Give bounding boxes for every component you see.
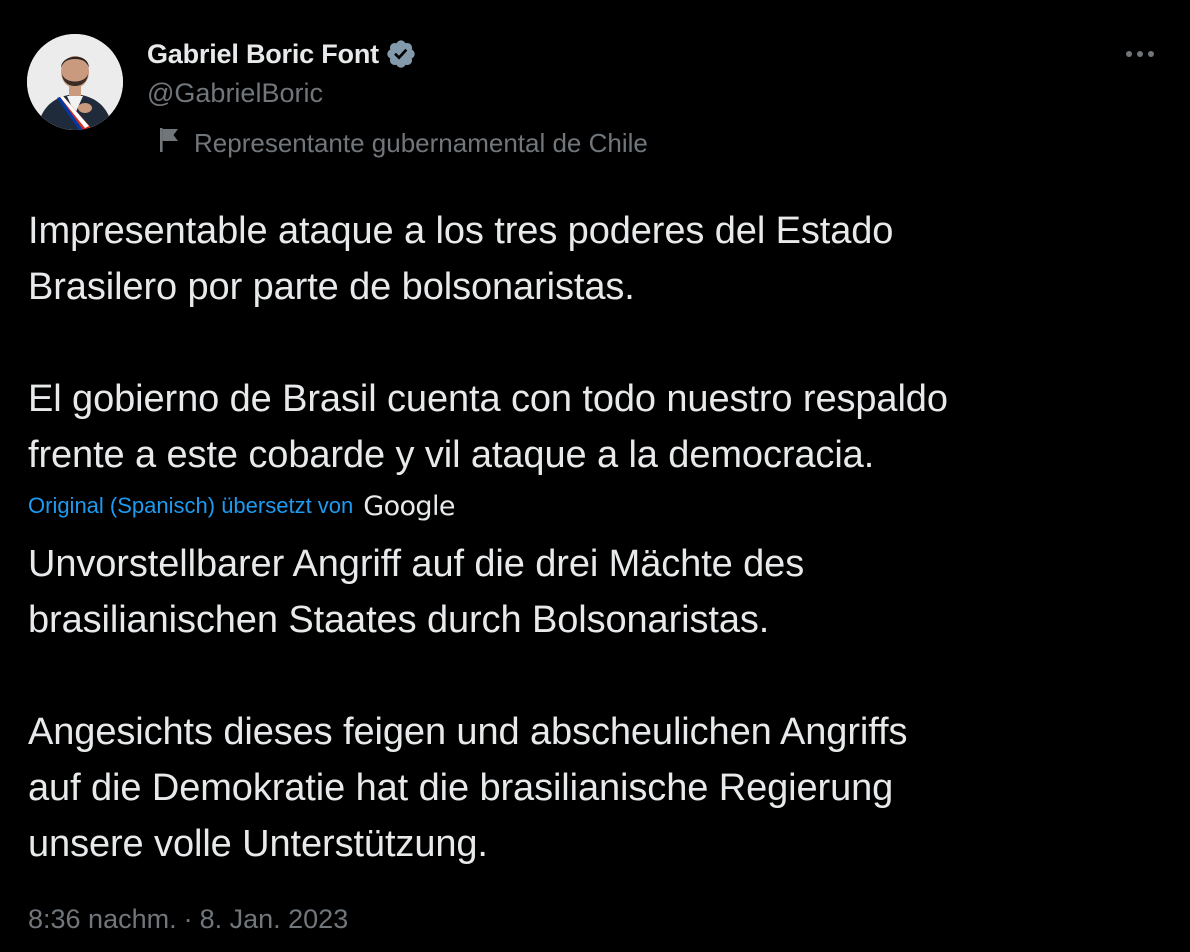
verified-badge-icon[interactable] (385, 38, 417, 70)
author-handle[interactable]: @GabrielBoric (147, 78, 323, 109)
translated-text-line: auf die Demokratie hat die brasilianisch… (28, 767, 894, 809)
google-logo: Google (363, 490, 455, 522)
original-paragraph-1: Impresentable ataque a los tres poderes … (28, 203, 893, 315)
translated-paragraph-2: Angesichts dieses feigen und abscheulich… (28, 704, 907, 872)
avatar[interactable] (27, 34, 123, 130)
author-name[interactable]: Gabriel Boric Font (147, 39, 379, 70)
translated-text-line: unsere volle Unterstützung. (28, 823, 488, 865)
flag-icon (158, 127, 182, 160)
tweet-text-line: Impresentable ataque a los tres poderes … (28, 210, 894, 252)
translation-source-link[interactable]: Original (Spanisch) übersetzt von (28, 493, 353, 519)
avatar-image (27, 34, 123, 130)
tweet-time[interactable]: 8:36 nachm. (28, 904, 177, 935)
translated-text-line: Angesichts dieses feigen und abscheulich… (28, 711, 908, 753)
timestamp-separator: · (183, 904, 193, 934)
government-label-text[interactable]: Representante gubernamental de Chile (194, 128, 648, 159)
tweet-date[interactable]: 8. Jan. 2023 (200, 904, 349, 935)
tweet-text-line: Brasilero por parte de bolsonaristas. (28, 266, 635, 308)
author-name-row: Gabriel Boric Font (147, 37, 417, 71)
more-options-icon[interactable] (1120, 38, 1160, 70)
government-label: Representante gubernamental de Chile (158, 126, 648, 160)
original-paragraph-2: El gobierno de Brasil cuenta con todo nu… (28, 371, 948, 483)
tweet-timestamp: 8:36 nachm. · 8. Jan. 2023 (28, 904, 348, 935)
tweet-text-line: frente a este cobarde y vil ataque a la … (28, 434, 875, 476)
translated-text-line: brasilianischen Staates durch Bolsonaris… (28, 599, 770, 641)
translated-paragraph-1: Unvorstellbarer Angriff auf die drei Mäc… (28, 536, 804, 648)
translated-text-line: Unvorstellbarer Angriff auf die drei Mäc… (28, 543, 805, 585)
tweet-text-line: El gobierno de Brasil cuenta con todo nu… (28, 378, 948, 420)
tweet: Gabriel Boric Font @GabrielBoric Represe… (0, 0, 1190, 952)
translation-attribution: Original (Spanisch) übersetzt von Google (28, 489, 455, 523)
